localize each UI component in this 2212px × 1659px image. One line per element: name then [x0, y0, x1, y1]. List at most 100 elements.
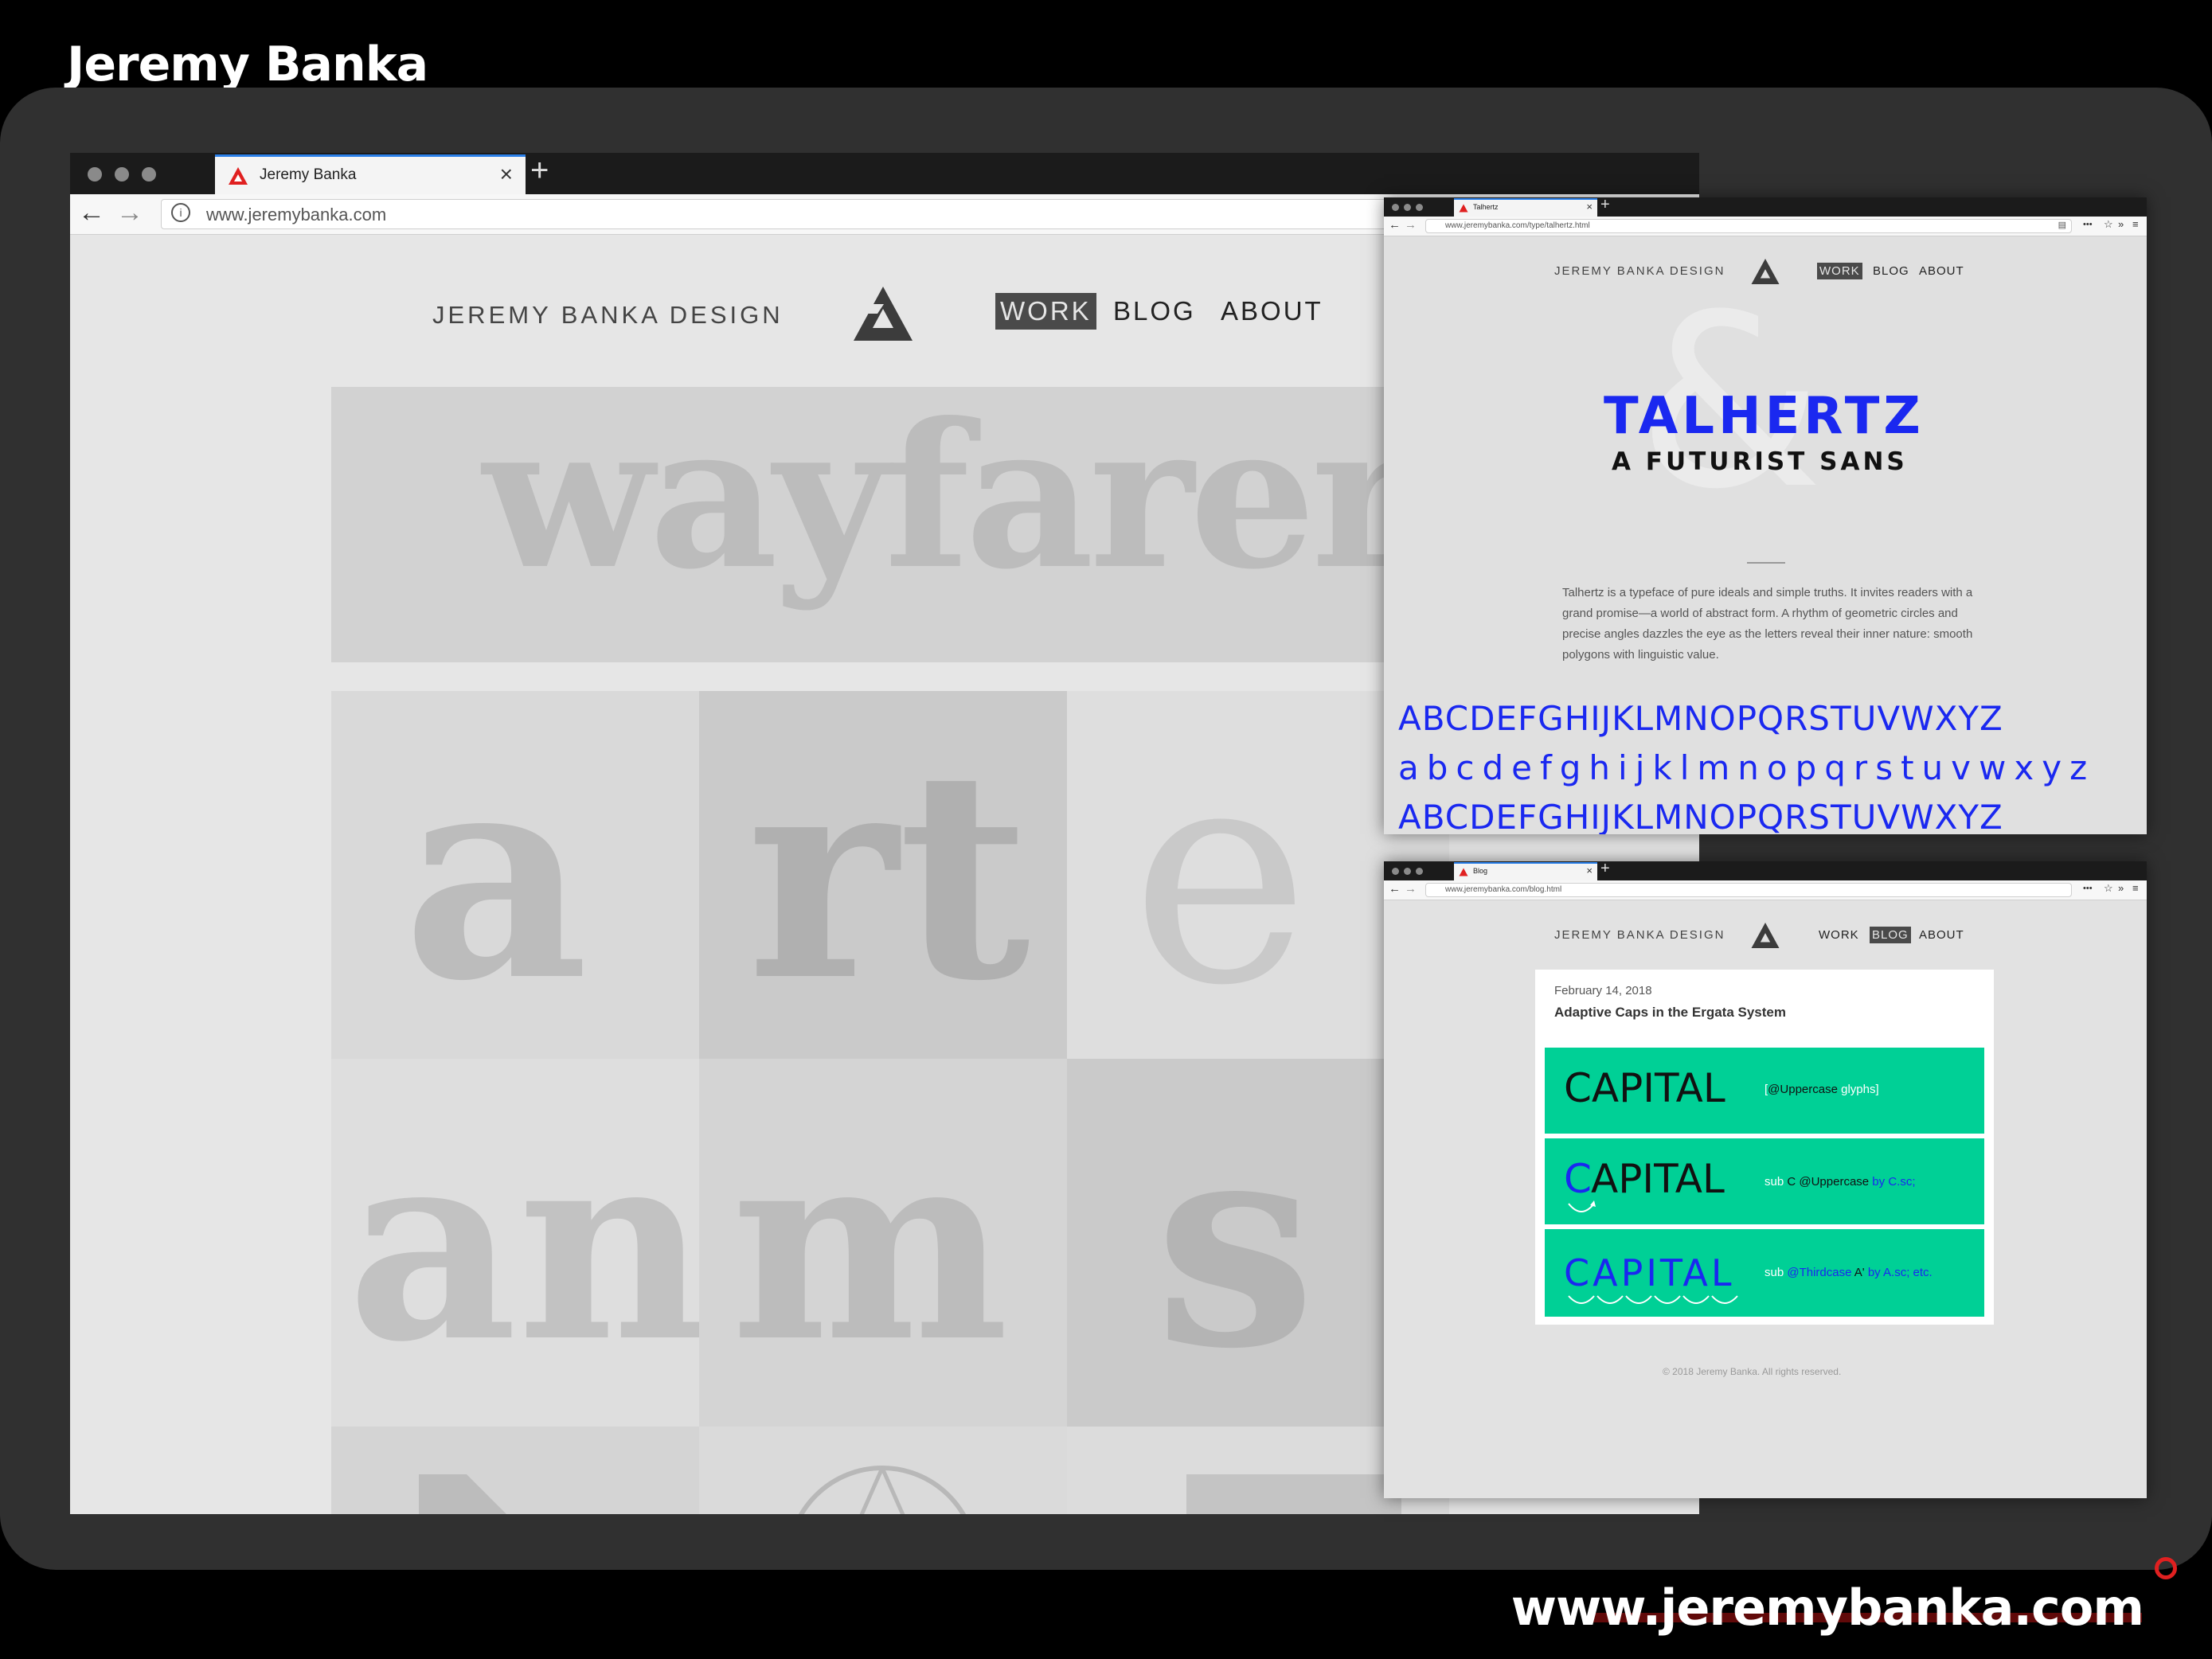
window-minimize-dot[interactable]	[1404, 204, 1411, 211]
tab-title: Jeremy Banka	[260, 166, 357, 183]
note-text: sub	[1765, 1175, 1788, 1189]
tile-m[interactable]: m	[699, 1059, 1067, 1427]
close-tab-icon[interactable]: ×	[500, 162, 513, 187]
info-icon[interactable]: i	[171, 203, 190, 222]
tile-partial-2[interactable]	[699, 1427, 1067, 1514]
address-text: www.jeremybanka.com/blog.html	[1445, 885, 1562, 894]
page-title: Jeremy Banka	[67, 37, 428, 92]
font-subheading: A FUTURIST SANS	[1612, 447, 1908, 476]
tile-glyph: rt	[747, 707, 1030, 1044]
url-bar: ← → www.jeremybanka.com/type/talhertz.ht…	[1384, 217, 2147, 236]
address-field[interactable]: www.jeremybanka.com/type/talhertz.html ▤	[1425, 219, 2072, 233]
bookmark-star-icon[interactable]: ☆	[2104, 882, 2113, 895]
site-logo-icon[interactable]	[852, 285, 914, 342]
back-arrow-icon[interactable]: ←	[1389, 882, 1401, 896]
close-tab-icon[interactable]: ×	[1586, 865, 1593, 876]
new-tab-icon[interactable]: +	[1600, 197, 1610, 214]
rule-note: sub @Thirdcase A' by A.sc; etc.	[1765, 1266, 1933, 1279]
hamburger-menu-icon[interactable]: ≡	[2132, 218, 2139, 230]
browser-tab[interactable]: Blog ×	[1454, 862, 1597, 880]
nav-about[interactable]: ABOUT	[1919, 928, 1964, 942]
window-close-dot[interactable]	[1392, 204, 1399, 211]
note-token: by A.sc; etc.	[1864, 1266, 1933, 1279]
window-maximize-dot[interactable]	[142, 167, 156, 182]
tile-glyph: s	[1155, 1075, 1316, 1411]
capital-first-letter: C	[1564, 1156, 1592, 1202]
tab-bar: Jeremy Banka × +	[70, 153, 1699, 194]
new-tab-icon[interactable]: +	[1600, 861, 1610, 878]
menu-dots-icon[interactable]: •••	[2083, 220, 2093, 229]
footer-url[interactable]: www.jeremybanka.com	[1511, 1579, 2144, 1637]
tile-glyph: m	[731, 1091, 1010, 1399]
wayfarer-wordmark: wayfarer	[483, 387, 1416, 613]
tile-shape-icon	[419, 1474, 506, 1514]
window-close-dot[interactable]	[1392, 868, 1399, 875]
note-token: @Uppercase	[1796, 1175, 1870, 1189]
site-name[interactable]: JEREMY BANKA DESIGN	[1554, 928, 1725, 942]
rule-note: sub C @Uppercase by C.sc;	[1765, 1175, 1916, 1189]
tab-title: Talhertz	[1473, 203, 1499, 211]
note-token: C	[1787, 1175, 1796, 1189]
lowercase-specimen: abcdefghijklmnopqrstuvwxyz	[1398, 748, 2096, 787]
nav-work[interactable]: WORK	[995, 293, 1096, 330]
back-arrow-icon[interactable]: ←	[78, 197, 105, 228]
copyright: © 2018 Jeremy Banka. All rights reserved…	[1663, 1366, 1842, 1377]
substitution-arrows-icon	[1568, 1295, 1738, 1304]
new-tab-icon[interactable]: +	[530, 153, 549, 189]
note-token: @Thirdcase	[1787, 1266, 1852, 1279]
tile-an[interactable]: an	[331, 1059, 699, 1427]
address-field[interactable]: www.jeremybanka.com/blog.html	[1425, 883, 2072, 897]
note-token: by C.sc;	[1869, 1175, 1916, 1189]
divider	[1747, 562, 1785, 564]
tile-glyph: e	[1131, 699, 1310, 1052]
note-text: sub	[1765, 1266, 1788, 1279]
nav-blog[interactable]: BLOG	[1870, 927, 1911, 943]
tile-partial-1[interactable]	[331, 1427, 699, 1514]
window-close-dot[interactable]	[88, 167, 102, 182]
post-title: Adaptive Caps in the Ergata System	[1554, 1005, 1786, 1020]
nav-blog[interactable]: BLOG	[1873, 264, 1909, 278]
tile-circle-icon	[798, 1466, 967, 1514]
site-logo-icon[interactable]	[1750, 922, 1780, 949]
tile-block	[1186, 1474, 1401, 1514]
nav-work[interactable]: WORK	[1819, 928, 1859, 942]
window-minimize-dot[interactable]	[115, 167, 129, 182]
nav-about[interactable]: ABOUT	[1919, 264, 1964, 278]
back-arrow-icon[interactable]: ←	[1389, 218, 1401, 232]
reader-view-icon[interactable]: ▤	[2058, 220, 2066, 230]
forward-arrow-icon[interactable]: →	[1405, 218, 1417, 232]
window-maximize-dot[interactable]	[1416, 204, 1423, 211]
site-name[interactable]: JEREMY BANKA DESIGN	[432, 301, 784, 330]
nav-work[interactable]: WORK	[1817, 263, 1862, 279]
tile-a[interactable]: a	[331, 691, 699, 1059]
tab-bar: Blog × +	[1384, 861, 2147, 880]
note-text: glyphs]	[1837, 1083, 1879, 1096]
forward-arrow-icon[interactable]: →	[116, 197, 143, 228]
nav-about[interactable]: ABOUT	[1221, 296, 1323, 326]
registered-mark-icon	[2155, 1557, 2177, 1579]
hamburger-menu-icon[interactable]: ≡	[2132, 882, 2139, 894]
site-logo-icon	[1459, 204, 1468, 213]
blog-post-card[interactable]: February 14, 2018 Adaptive Caps in the E…	[1535, 970, 1994, 1325]
site-logo-icon	[1459, 868, 1468, 876]
substitution-arrow-icon	[1568, 1200, 1596, 1212]
tile-rt[interactable]: rt	[699, 691, 1067, 1059]
address-field[interactable]: i www.jeremybanka.com	[161, 199, 1468, 229]
capital-word: CAPITAL	[1564, 1065, 1725, 1111]
window-minimize-dot[interactable]	[1404, 868, 1411, 875]
overflow-chevron-icon[interactable]: »	[2118, 218, 2124, 230]
nav-blog[interactable]: BLOG	[1113, 296, 1196, 326]
bookmark-star-icon[interactable]: ☆	[2104, 218, 2113, 231]
browser-tab[interactable]: Talhertz ×	[1454, 198, 1597, 217]
overflow-chevron-icon[interactable]: »	[2118, 882, 2124, 894]
menu-dots-icon[interactable]: •••	[2083, 884, 2093, 893]
blog-browser-window: Blog × + ← → www.jeremybanka.com/blog.ht…	[1384, 861, 2147, 1498]
forward-arrow-icon[interactable]: →	[1405, 882, 1417, 896]
uppercase-specimen: ABCDEFGHIJKLMNOPQRSTUVWXYZ	[1398, 699, 2003, 738]
window-maximize-dot[interactable]	[1416, 868, 1423, 875]
browser-tab[interactable]: Jeremy Banka ×	[215, 154, 526, 194]
close-tab-icon[interactable]: ×	[1586, 201, 1593, 213]
note-token: A'	[1851, 1266, 1865, 1279]
address-text: www.jeremybanka.com/type/talhertz.html	[1445, 221, 1590, 230]
uppercase-specimen-repeat: ABCDEFGHIJKLMNOPQRSTUVWXYZ	[1398, 798, 2003, 834]
